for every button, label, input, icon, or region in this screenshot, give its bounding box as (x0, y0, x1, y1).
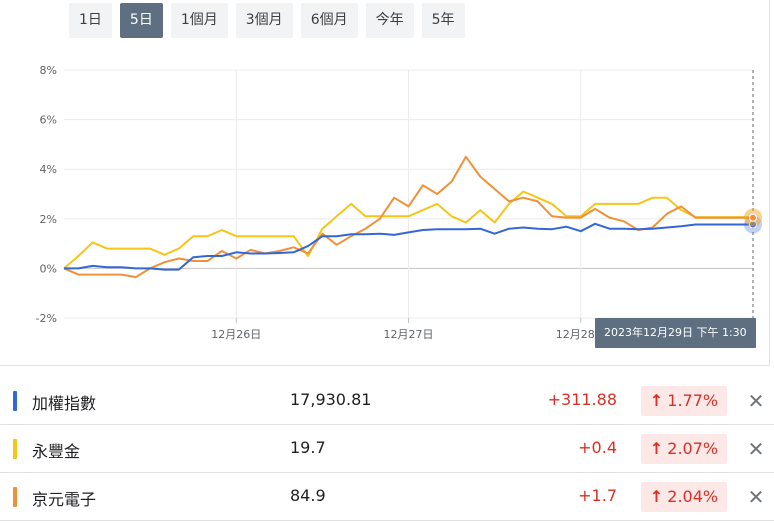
close-icon[interactable]: ✕ (744, 389, 768, 413)
comparison-list: 加權指數 17,930.81 +311.88 ↑ 1.77% ✕ 永豐金 19.7 +0.4 ↑ 2… (0, 377, 774, 521)
comparison-row[interactable]: 京元電子 84.9 +1.7 ↑ 2.04% ✕ (0, 473, 774, 521)
row-percent-badge: ↑ 2.04% (641, 482, 727, 512)
price-chart[interactable]: 8%6%4%2%0%-2%12月26日 12月27日 12月28日 (0, 0, 770, 366)
row-name: 永豐金 (32, 442, 81, 461)
y-tick-label: -2% (36, 312, 57, 325)
series-color-swatch (13, 391, 17, 411)
row-percent-badge: ↑ 2.07% (641, 434, 727, 464)
row-percent: 2.07% (667, 439, 719, 458)
y-tick-label: 0% (40, 262, 57, 275)
arrow-up-icon: ↑ (649, 487, 664, 506)
x-tick-label: 12月27日 (384, 328, 434, 341)
row-name: 京元電子 (32, 490, 97, 509)
close-icon[interactable]: ✕ (744, 437, 768, 461)
series-endpoint (749, 213, 757, 222)
hover-tooltip: 2023年12月29日 下午 1:30 (595, 318, 756, 348)
row-change: +0.4 (578, 438, 617, 457)
chart-card: 1日 5日 1個月 3個月 6個月 今年 5年 8% 6% 4% 2% 0% -2% 12月26日 12月… (0, 0, 770, 366)
y-tick-label: 8% (40, 64, 57, 77)
close-icon[interactable]: ✕ (744, 485, 768, 509)
comparison-row[interactable]: 永豐金 19.7 +0.4 ↑ 2.07% ✕ (0, 425, 774, 473)
row-price: 19.7 (290, 438, 326, 457)
x-tick-label: 12月26日 (211, 328, 261, 341)
y-tick-label: 2% (40, 213, 57, 226)
row-percent: 2.04% (667, 487, 719, 506)
series-color-swatch (13, 439, 17, 459)
y-tick-label: 6% (40, 114, 57, 127)
row-change: +1.7 (578, 486, 617, 505)
y-tick-label: 4% (40, 163, 57, 176)
arrow-up-icon: ↑ (649, 391, 664, 410)
row-percent: 1.77% (667, 391, 719, 410)
row-price: 84.9 (290, 486, 326, 505)
series-color-swatch (13, 487, 17, 507)
row-percent-badge: ↑ 1.77% (641, 386, 727, 416)
arrow-up-icon: ↑ (649, 439, 664, 458)
row-price: 17,930.81 (290, 390, 372, 409)
row-name: 加權指數 (32, 394, 97, 413)
row-change: +311.88 (547, 390, 617, 409)
comparison-row[interactable]: 加權指數 17,930.81 +311.88 ↑ 1.77% ✕ (0, 377, 774, 425)
